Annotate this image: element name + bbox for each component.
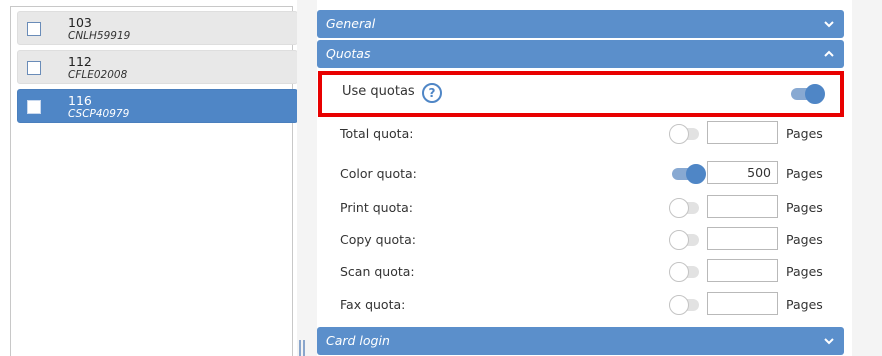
device-list-item-selected[interactable]: 116 CSCP40979 <box>17 89 298 123</box>
use-quotas-toggle[interactable] <box>791 84 825 104</box>
chevron-down-icon <box>824 338 834 345</box>
section-title: Quotas <box>326 46 371 61</box>
section-title: General <box>326 16 376 31</box>
section-title: Card login <box>326 333 390 348</box>
fax-quota-unit: Pages <box>786 297 823 312</box>
device-id: 112 <box>68 54 92 69</box>
device-code: CSCP40979 <box>68 108 130 120</box>
color-quota-input[interactable] <box>707 161 778 184</box>
toggle-knob <box>669 295 689 315</box>
total-quota-input[interactable] <box>707 121 778 144</box>
toggle-knob <box>669 230 689 250</box>
print-quota-toggle[interactable] <box>669 198 703 218</box>
copy-quota-label: Copy quota: <box>340 232 416 247</box>
copy-quota-unit: Pages <box>786 232 823 247</box>
device-code: CFLE02008 <box>68 69 128 81</box>
print-quota-input[interactable] <box>707 195 778 218</box>
copy-quota-toggle[interactable] <box>669 230 703 250</box>
toggle-knob <box>669 262 689 282</box>
scan-quota-toggle[interactable] <box>669 262 703 282</box>
use-quotas-row: Use quotas ? <box>318 71 844 117</box>
color-quota-unit: Pages <box>786 166 823 181</box>
total-quota-toggle[interactable] <box>669 124 703 144</box>
section-header-card-login[interactable]: Card login <box>317 327 844 355</box>
device-checkbox[interactable] <box>27 100 41 114</box>
device-list-item[interactable]: 103 CNLH59919 <box>17 11 298 45</box>
device-list-item[interactable]: 112 CFLE02008 <box>17 50 298 84</box>
color-quota-label: Color quota: <box>340 166 417 181</box>
device-checkbox[interactable] <box>27 61 41 75</box>
total-quota-unit: Pages <box>786 126 823 141</box>
print-quota-unit: Pages <box>786 200 823 215</box>
toggle-knob <box>669 198 689 218</box>
fax-quota-input[interactable] <box>707 292 778 315</box>
device-checkbox[interactable] <box>27 22 41 36</box>
toggle-knob <box>805 84 825 104</box>
scan-quota-unit: Pages <box>786 264 823 279</box>
printer-settings-window: 103 CNLH59919 112 CFLE02008 116 CSCP4097… <box>0 0 882 356</box>
section-header-quotas[interactable]: Quotas <box>317 40 844 68</box>
help-icon[interactable]: ? <box>422 83 442 103</box>
splitter-grip-icon[interactable] <box>299 340 305 356</box>
scan-quota-input[interactable] <box>707 259 778 282</box>
use-quotas-label: Use quotas <box>342 84 415 99</box>
toggle-knob <box>669 124 689 144</box>
scan-quota-label: Scan quota: <box>340 264 415 279</box>
color-quota-toggle[interactable] <box>672 164 706 184</box>
right-gutter <box>852 0 882 356</box>
chevron-down-icon <box>824 21 834 28</box>
total-quota-label: Total quota: <box>340 126 414 141</box>
chevron-up-icon <box>824 50 834 57</box>
toggle-knob <box>686 164 706 184</box>
copy-quota-input[interactable] <box>707 227 778 250</box>
section-header-general[interactable]: General <box>317 10 844 38</box>
device-code: CNLH59919 <box>68 30 131 42</box>
fax-quota-toggle[interactable] <box>669 295 703 315</box>
fax-quota-label: Fax quota: <box>340 297 406 312</box>
device-id: 103 <box>68 15 92 30</box>
device-list-panel: 103 CNLH59919 112 CFLE02008 116 CSCP4097… <box>10 6 298 356</box>
device-id: 116 <box>68 93 92 108</box>
panel-splitter[interactable] <box>297 0 317 356</box>
print-quota-label: Print quota: <box>340 200 414 215</box>
